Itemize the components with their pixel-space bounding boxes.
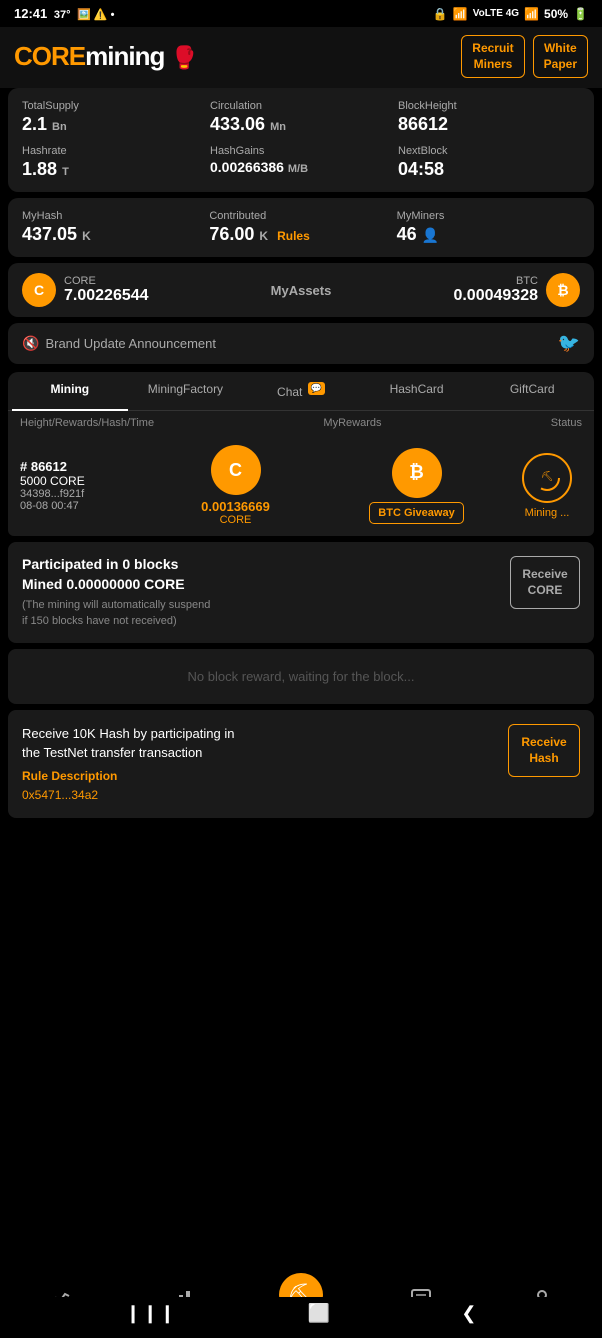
- hash-gains-stat: HashGains 0.00266386 M/B: [210, 145, 392, 180]
- tab-hashcard[interactable]: HashCard: [359, 372, 475, 411]
- btc-asset: BTC 0.00049328 ₿: [453, 273, 580, 307]
- my-assets-label: MyAssets: [271, 283, 332, 298]
- rules-link[interactable]: Rules: [277, 229, 310, 243]
- contributed-stat: Contributed 76.00 K Rules: [209, 210, 392, 245]
- svg-text:⛏: ⛏: [541, 470, 554, 482]
- chat-badge: 💬: [308, 382, 325, 395]
- hashrate-stat: Hashrate 1.88 T: [22, 145, 204, 180]
- total-supply-stat: TotalSupply 2.1 Bn: [22, 100, 204, 135]
- btc-reward-display: ₿ BTC Giveaway: [331, 448, 502, 524]
- mining-data-row: # 86612 5000 CORE 34398...f921f 08-08 00…: [8, 435, 594, 536]
- announcement-text: Brand Update Announcement: [45, 336, 216, 351]
- tab-bar: Mining MiningFactory Chat 💬 HashCard Gif…: [8, 372, 594, 411]
- my-miners-stat: MyMiners 46 👤: [397, 210, 580, 245]
- tab-chat[interactable]: Chat 💬: [243, 372, 359, 411]
- testnet-section: Receive 10K Hash by participating in the…: [8, 710, 594, 818]
- circulation-stat: Circulation 433.06 Mn: [210, 100, 392, 135]
- status-bar: 12:41 37° 🖼️ ⚠️ • 🔒 📶 VoLTE 4G 📶 50% 🔋: [0, 0, 602, 27]
- back-button[interactable]: ❮: [461, 1303, 476, 1324]
- app-logo: COREmining 🥊: [14, 41, 197, 72]
- next-block-stat: NextBlock 04:58: [398, 145, 580, 180]
- core-icon: C: [22, 273, 56, 307]
- twitter-icon[interactable]: 🐦: [558, 333, 580, 354]
- header-buttons: Recruit Miners White Paper: [461, 35, 588, 78]
- status-time: 12:41 37° 🖼️ ⚠️ •: [14, 6, 115, 21]
- assets-card: C CORE 7.00226544 MyAssets BTC 0.0004932…: [8, 263, 594, 317]
- core-asset: C CORE 7.00226544: [22, 273, 149, 307]
- recent-apps-button[interactable]: ❙❙❙: [126, 1303, 177, 1324]
- rule-description-link[interactable]: Rule Description: [22, 769, 508, 783]
- speaker-icon: 🔇: [22, 335, 39, 352]
- table-col3: Status: [551, 417, 582, 429]
- home-button[interactable]: ⬜: [308, 1303, 330, 1324]
- receive-hash-button[interactable]: Receive Hash: [508, 724, 580, 777]
- table-col2: MyRewards: [323, 417, 381, 429]
- mining-block-info: # 86612 5000 CORE 34398...f921f 08-08 00…: [20, 459, 140, 512]
- tab-mining[interactable]: Mining: [12, 372, 128, 411]
- tab-mining-factory[interactable]: MiningFactory: [128, 372, 244, 411]
- mining-status-display: ⛏ Mining ...: [512, 453, 582, 519]
- my-hash-stat: MyHash 437.05 K: [22, 210, 205, 245]
- block-height-stat: BlockHeight 86612: [398, 100, 580, 135]
- table-header: Height/Rewards/Hash/Time MyRewards Statu…: [8, 411, 594, 435]
- announcement-card[interactable]: 🔇 Brand Update Announcement 🐦: [8, 323, 594, 364]
- mining-status-icon: ⛏: [522, 453, 572, 503]
- tab-giftcard[interactable]: GiftCard: [474, 372, 590, 411]
- btc-icon: ₿: [546, 273, 580, 307]
- btc-giveaway-button[interactable]: BTC Giveaway: [369, 502, 463, 524]
- app-header: COREmining 🥊 Recruit Miners White Paper: [0, 27, 602, 88]
- table-col1: Height/Rewards/Hash/Time: [20, 417, 154, 429]
- my-stats-card: MyHash 437.05 K Contributed 76.00 K Rule…: [8, 198, 594, 257]
- recruit-miners-button[interactable]: Recruit Miners: [461, 35, 524, 78]
- btc-reward-icon: ₿: [392, 448, 442, 498]
- testnet-address: 0x5471...34a2: [22, 788, 98, 802]
- white-paper-button[interactable]: White Paper: [533, 35, 588, 78]
- core-reward-display: C 0.00136669 CORE: [150, 445, 321, 526]
- mining-participation-section: Participated in 0 blocks Mined 0.0000000…: [8, 542, 594, 643]
- core-reward-icon: C: [211, 445, 261, 495]
- status-right: 🔒 📶 VoLTE 4G 📶 50% 🔋: [433, 7, 588, 21]
- no-reward-section: No block reward, waiting for the block..…: [8, 649, 594, 704]
- tabs-container: Mining MiningFactory Chat 💬 HashCard Gif…: [8, 372, 594, 411]
- stats-card: TotalSupply 2.1 Bn Circulation 433.06 Mn…: [8, 88, 594, 192]
- receive-core-button[interactable]: Receive CORE: [510, 556, 580, 609]
